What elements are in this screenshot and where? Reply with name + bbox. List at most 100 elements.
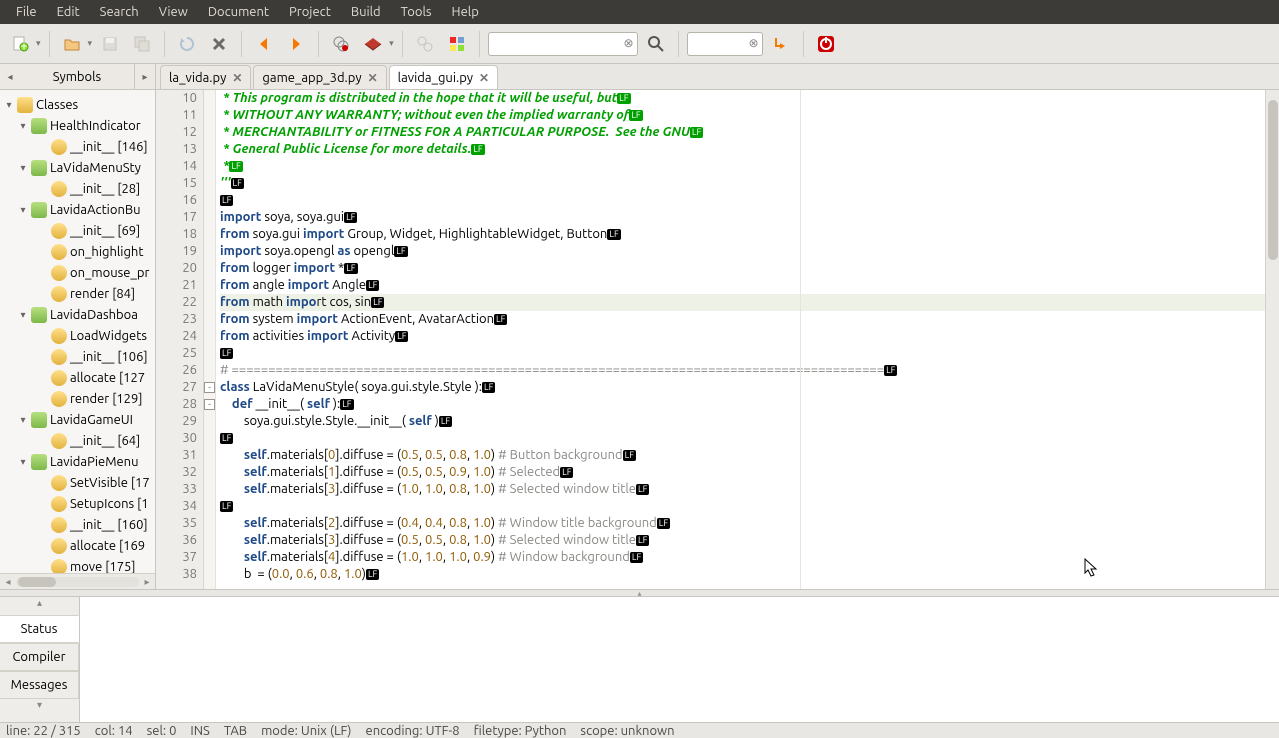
open-file-button[interactable] [58,30,86,58]
save-all-button[interactable] [128,30,156,58]
sidebar: ◂ Symbols ▸ ▾ Classes ▾HealthIndicator__… [0,64,156,589]
file-tab[interactable]: la_vida.py✕ [160,65,251,89]
nav-back-button[interactable] [250,30,278,58]
status-col: col: 14 [95,724,133,738]
method-icon [51,517,67,533]
method-icon [51,433,67,449]
clear-search-icon[interactable]: ⊗ [624,36,634,50]
sidebar-hscroll[interactable]: ◂▸ [0,573,155,589]
method-icon [51,244,67,260]
menubar: FileEditSearchViewDocumentProjectBuildTo… [0,0,1279,24]
tree-item[interactable]: allocate [127 [0,367,155,388]
mouse-cursor [1084,558,1098,578]
status-scope: scope: unknown [580,724,674,738]
messages-scroll-up[interactable]: ▴ [0,597,79,615]
menu-help[interactable]: Help [442,2,489,22]
search-button[interactable] [642,30,670,58]
new-file-button[interactable]: + [6,30,34,58]
file-tab[interactable]: lavida_gui.py✕ [389,65,498,89]
status-ins[interactable]: INS [190,724,209,738]
search-input[interactable] [488,32,638,56]
tree-item[interactable]: __init__ [146] [0,136,155,157]
code-area[interactable]: * This program is distributed in the hop… [216,90,1265,589]
menu-edit[interactable]: Edit [47,2,90,22]
menu-view[interactable]: View [149,2,198,22]
tree-item[interactable]: SetVisible [17 [0,472,155,493]
menu-tools[interactable]: Tools [391,2,442,22]
tree-item[interactable]: ▾LavidaDashboa [0,304,155,325]
tree-item[interactable]: on_mouse_pr [0,262,155,283]
status-sel: sel: 0 [147,724,177,738]
close-file-button[interactable] [205,30,233,58]
tree-item[interactable]: render [84] [0,283,155,304]
method-icon [51,538,67,554]
close-tab-icon[interactable]: ✕ [479,71,489,85]
msg-tab-status[interactable]: Status [0,615,79,643]
nav-forward-button[interactable] [282,30,310,58]
quit-button[interactable] [812,30,840,58]
save-button[interactable] [96,30,124,58]
tree-item[interactable]: __init__ [106] [0,346,155,367]
messages-panel: ▴ StatusCompilerMessages▾ [0,597,1279,723]
status-mode[interactable]: mode: Unix (LF) [261,724,351,738]
symbols-tree[interactable]: ▾ Classes ▾HealthIndicator__init__ [146]… [0,90,155,573]
fold-gutter[interactable]: -- [204,90,216,589]
tree-item[interactable]: __init__ [160] [0,514,155,535]
class-icon [31,454,47,470]
build-dropdown[interactable]: ▾ [389,38,394,49]
msg-tab-compiler[interactable]: Compiler [0,643,79,671]
tree-item[interactable]: ▾LavidaPieMenu [0,451,155,472]
open-recent-dropdown[interactable]: ▾ [88,38,93,49]
tree-item[interactable]: ▾LavidaActionBu [0,199,155,220]
status-ft[interactable]: filetype: Python [474,724,567,738]
tree-item[interactable]: allocate [169 [0,535,155,556]
splitter[interactable]: ▴ [0,589,1279,597]
code-editor[interactable]: 1011121314151617181920212223242526272829… [156,90,1279,589]
file-tab[interactable]: game_app_3d.py✕ [253,65,386,89]
method-icon [51,223,67,239]
goto-line-button[interactable] [767,30,795,58]
sidebar-scroll-right[interactable]: ▸ [135,64,155,89]
method-icon [51,139,67,155]
svg-text:+: + [20,39,27,53]
tree-item[interactable]: render [129] [0,388,155,409]
menu-project[interactable]: Project [279,2,341,22]
close-tab-icon[interactable]: ✕ [368,71,378,85]
build-button[interactable] [359,30,387,58]
clear-goto-icon[interactable]: ⊗ [749,36,759,50]
status-line: line: 22 / 315 [6,724,81,738]
tree-item[interactable]: ▾HealthIndicator [0,115,155,136]
tree-root-classes[interactable]: ▾ Classes [0,94,155,115]
new-file-dropdown[interactable]: ▾ [36,38,41,49]
class-icon [31,307,47,323]
reload-button[interactable] [173,30,201,58]
sidebar-tab-symbols[interactable]: Symbols [20,64,135,89]
tree-item[interactable]: __init__ [64] [0,430,155,451]
method-icon [51,349,67,365]
tree-item[interactable]: ▾LaVidaMenuSty [0,157,155,178]
menu-build[interactable]: Build [341,2,391,22]
editor-vscroll[interactable] [1265,90,1279,589]
tree-item[interactable]: __init__ [69] [0,220,155,241]
sidebar-scroll-left[interactable]: ◂ [0,64,20,89]
messages-body[interactable] [80,597,1279,722]
class-icon [31,160,47,176]
tree-item[interactable]: move [175] [0,556,155,573]
tree-item[interactable]: LoadWidgets [0,325,155,346]
messages-tabs: ▴ StatusCompilerMessages▾ [0,597,80,722]
color-chooser-button[interactable] [443,30,471,58]
compile-button[interactable] [327,30,355,58]
run-button[interactable] [411,30,439,58]
messages-scroll-down[interactable]: ▾ [0,699,79,717]
tree-item[interactable]: on_highlight [0,241,155,262]
close-tab-icon[interactable]: ✕ [232,71,242,85]
tree-item[interactable]: SetupIcons [1 [0,493,155,514]
msg-tab-messages[interactable]: Messages [0,671,79,699]
menu-search[interactable]: Search [90,2,149,22]
menu-document[interactable]: Document [198,2,279,22]
status-tab[interactable]: TAB [224,724,247,738]
status-enc[interactable]: encoding: UTF-8 [366,724,460,738]
tree-item[interactable]: ▾LavidaGameUI [0,409,155,430]
tree-item[interactable]: __init__ [28] [0,178,155,199]
menu-file[interactable]: File [6,2,47,22]
